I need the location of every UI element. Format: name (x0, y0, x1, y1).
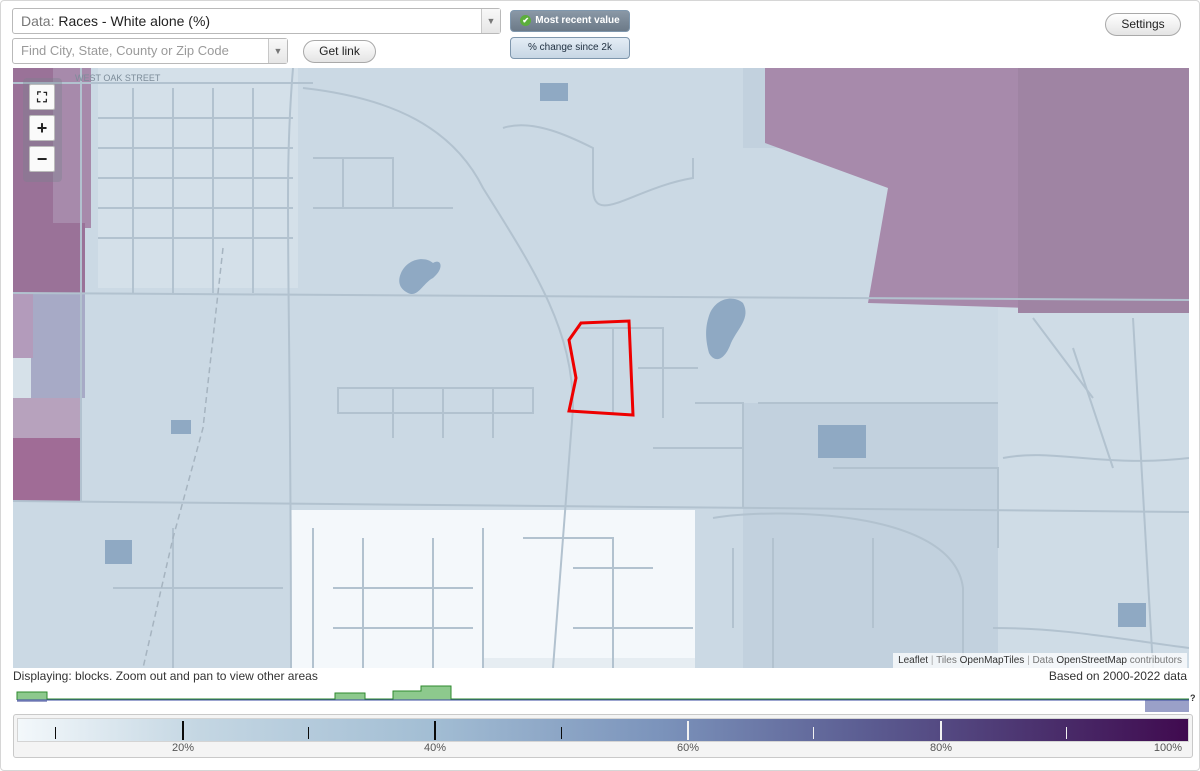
legend-label: 60% (676, 742, 700, 754)
distribution-histogram (16, 685, 1189, 712)
map-canvas[interactable]: WEST OAK STREET (13, 68, 1189, 668)
histogram-bar (1145, 700, 1189, 712)
legend-label: 100% (1153, 742, 1183, 754)
legend-tick (940, 721, 942, 740)
block-area (998, 303, 1189, 668)
histogram-unknown-label: ? (1190, 693, 1196, 703)
most-recent-value-toggle[interactable]: ✔ Most recent value (510, 10, 630, 32)
legend-tick (1066, 727, 1067, 739)
water-feature (1118, 603, 1146, 627)
search-placeholder: Find City, State, County or Zip Code (21, 43, 229, 58)
legend-label: 40% (423, 742, 447, 754)
street-label: WEST OAK STREET (75, 73, 161, 83)
legend-tick (182, 721, 184, 740)
block-purple (13, 438, 81, 501)
data-label: Data (1032, 655, 1054, 666)
legend-gradient (17, 718, 1189, 742)
most-recent-label: Most recent value (535, 15, 620, 26)
histogram-bar (335, 693, 365, 700)
histogram-bar (421, 686, 451, 700)
histogram-outline (16, 685, 1189, 700)
settings-button[interactable]: Settings (1105, 13, 1181, 36)
legend-label: 80% (929, 742, 953, 754)
map-widget: Data: Races - White alone (%) ▼ Find Cit… (0, 0, 1200, 771)
get-link-button[interactable]: Get link (303, 40, 376, 63)
map-attribution: Leaflet | Tiles OpenMapTiles | Data Open… (893, 653, 1187, 668)
openmaptiles-link[interactable]: OpenMapTiles (960, 655, 1025, 666)
fullscreen-icon[interactable]: ⛶ (29, 84, 55, 110)
legend-tick (55, 727, 56, 739)
water-feature (105, 540, 132, 564)
legend-tick (561, 727, 562, 739)
block-purple (13, 293, 33, 358)
histogram-bar (393, 691, 423, 700)
chevron-down-icon[interactable]: ▼ (268, 39, 287, 63)
percent-change-toggle[interactable]: % change since 2k (510, 37, 630, 59)
histogram-bar (17, 692, 47, 700)
displaying-status: Displaying: blocks. Zoom out and pan to … (13, 669, 318, 683)
zoom-out-button[interactable]: − (29, 146, 55, 172)
block-area (743, 403, 998, 668)
chevron-down-icon[interactable]: ▼ (481, 9, 500, 33)
leaflet-link[interactable]: Leaflet (898, 655, 928, 666)
search-input[interactable]: Find City, State, County or Zip Code ▼ (12, 38, 288, 64)
zoom-control: ⛶ + − (23, 78, 62, 182)
data-select[interactable]: Data: Races - White alone (%) ▼ (12, 8, 501, 34)
block-area (483, 658, 695, 668)
legend-tick (813, 727, 814, 739)
openstreetmap-link[interactable]: OpenStreetMap (1056, 655, 1127, 666)
map-layer[interactable]: WEST OAK STREET (13, 68, 1189, 668)
data-select-value: Races - White alone (%) (58, 13, 211, 29)
legend-label: 20% (171, 742, 195, 754)
check-icon: ✔ (520, 14, 532, 26)
color-legend: 20% 40% 60% 80% 100% (13, 714, 1193, 758)
legend-tick (434, 721, 436, 740)
tiles-label: Tiles (936, 655, 957, 666)
data-select-prefix: Data: (21, 13, 59, 29)
block-purple (13, 398, 81, 443)
based-on-label: Based on 2000-2022 data (1048, 669, 1187, 683)
water-feature (540, 83, 568, 101)
legend-tick (687, 721, 689, 740)
block-purple (1018, 68, 1189, 313)
water-feature (818, 425, 866, 458)
water-feature (171, 420, 191, 434)
contributors-label: contributors (1129, 655, 1182, 666)
block-area (13, 358, 31, 398)
zoom-in-button[interactable]: + (29, 115, 55, 141)
legend-tick (308, 727, 309, 739)
block-purple (13, 223, 85, 293)
